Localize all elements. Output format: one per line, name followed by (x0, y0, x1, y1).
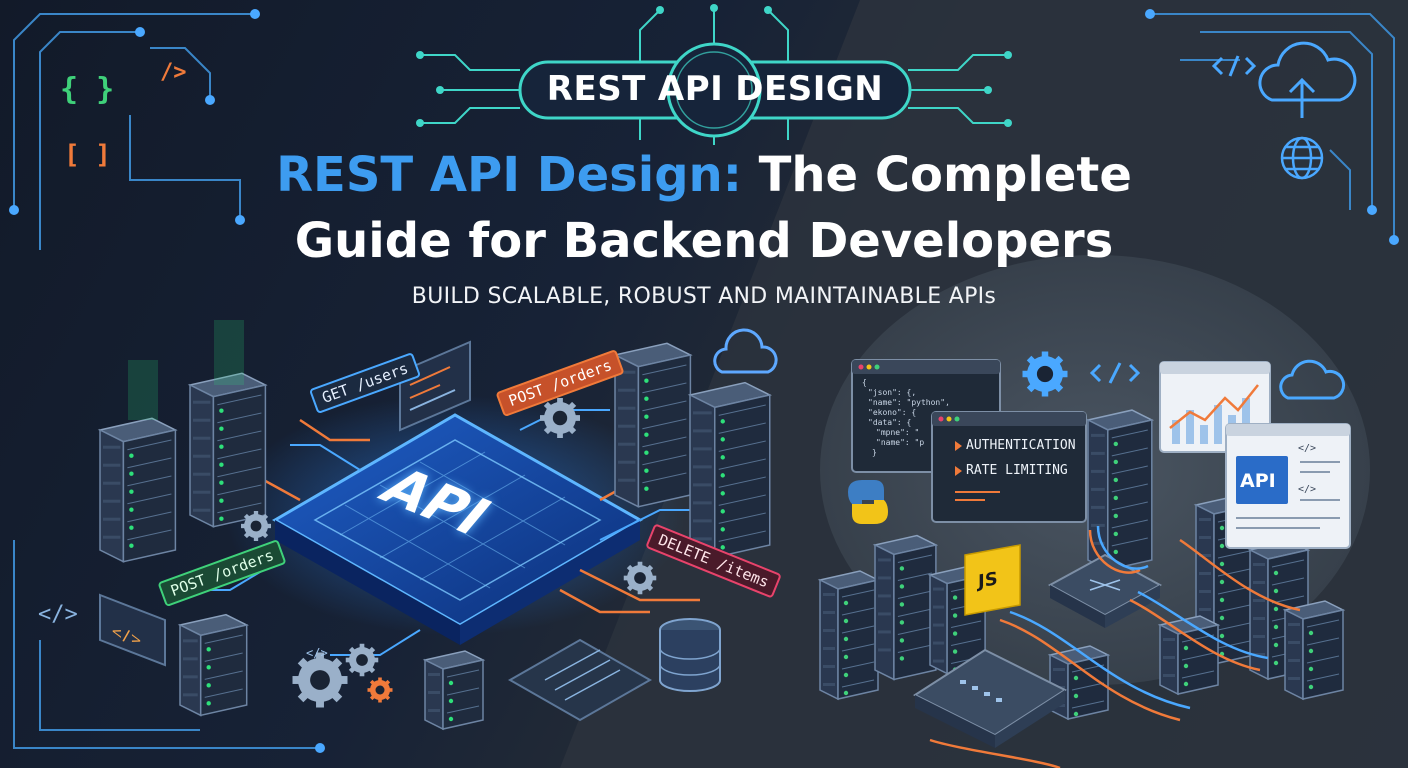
json-line: "data": { (868, 418, 912, 427)
tag-close-icon: /> (160, 60, 187, 85)
braces-icon: { } (60, 72, 115, 107)
server-rack (1157, 615, 1221, 696)
gear-icon (540, 398, 580, 438)
gear-icon (345, 643, 379, 677)
feature-authentication: AUTHENTICATION (966, 438, 1076, 453)
json-line: { (862, 378, 867, 387)
gear-icon (623, 561, 657, 595)
server-rack (1282, 600, 1346, 701)
server-rack (177, 613, 249, 717)
json-line: "mpne": " (876, 428, 920, 437)
doc-code-icon: </> (1298, 443, 1317, 454)
server-rack (872, 534, 939, 681)
gear-icon (241, 511, 271, 541)
server-rack (817, 570, 881, 701)
server-rack (612, 342, 693, 508)
code-icon-left: </> (38, 602, 78, 627)
server-rack (1085, 409, 1155, 572)
feature-rate-limiting: RATE LIMITING (966, 463, 1068, 478)
circuit-nodes-left (9, 9, 325, 753)
js-badge-label: JS (978, 568, 998, 593)
json-line: "ekono": { (868, 408, 917, 417)
server-rack (97, 417, 178, 563)
gear-icon (1022, 351, 1068, 397)
server-rack (687, 381, 772, 559)
title-line1-rest: The Complete (741, 147, 1132, 203)
subtitle: BUILD SCALABLE, ROBUST AND MAINTAINABLE … (411, 284, 997, 309)
code-icon-small: </> (306, 646, 328, 660)
brackets-icon: [ ] (64, 140, 111, 170)
doc-code-icon: </> (1298, 484, 1317, 495)
api-doc-label: API (1240, 470, 1276, 492)
title-line-2: Guide for Backend Developers (294, 213, 1114, 269)
circuit-frame-left (13, 13, 320, 749)
json-line: "name": "python", (868, 398, 950, 407)
gear-icon (292, 652, 348, 708)
badge-title: REST API DESIGN (522, 62, 908, 116)
json-line: "json": {, (868, 388, 917, 397)
thumbnail-canvas: REST API DESIGN REST API Design: The Com… (0, 0, 1408, 768)
title-highlight: REST API Design: (276, 147, 742, 203)
badge-word-design: DESIGN (735, 69, 884, 109)
badge-word-rest: REST (546, 69, 646, 109)
server-rack (422, 650, 486, 731)
gear-icon (367, 677, 393, 703)
server-rack (187, 372, 268, 528)
title-line-1: REST API Design: The Complete (0, 146, 1408, 204)
badge-word-api: API (657, 69, 724, 109)
database-icon (659, 618, 721, 692)
